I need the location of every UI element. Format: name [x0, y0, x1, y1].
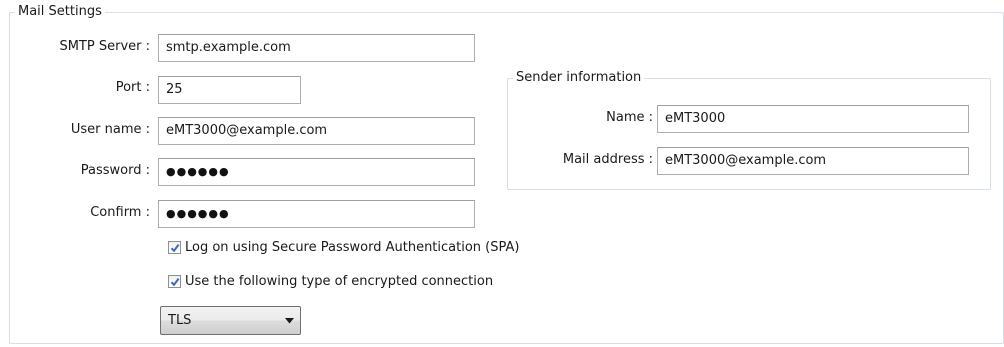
port-label: Port : [115, 80, 150, 95]
sender-name-input[interactable]: eMT3000 [657, 105, 969, 133]
mail-address-input[interactable]: eMT3000@example.com [657, 147, 969, 175]
chevron-down-icon [285, 318, 294, 324]
checkmark-icon [170, 244, 180, 253]
mail-settings-legend: Mail Settings [15, 4, 105, 20]
confirm-password-input[interactable]: ●●●●●● [158, 200, 475, 228]
confirm-label: Confirm : [90, 205, 150, 220]
encryption-checkbox[interactable] [168, 275, 181, 288]
smtp-server-input[interactable]: smtp.example.com [158, 34, 475, 62]
user-name-input[interactable]: eMT3000@example.com [158, 117, 475, 145]
password-label: Password : [80, 163, 150, 178]
encryption-checkbox-row[interactable]: Use the following type of encrypted conn… [168, 274, 493, 289]
spa-checkbox-row[interactable]: Log on using Secure Password Authenticat… [168, 240, 519, 255]
password-input[interactable]: ●●●●●● [158, 158, 475, 186]
encryption-checkbox-label: Use the following type of encrypted conn… [185, 274, 494, 289]
port-input[interactable]: 25 [158, 76, 301, 104]
encryption-type-value: TLS [168, 313, 192, 328]
checkmark-icon [170, 278, 180, 287]
mail-address-label: Mail address : [562, 152, 653, 167]
spa-checkbox[interactable] [168, 241, 181, 254]
sender-information-legend: Sender information [513, 70, 645, 86]
user-name-label: User name : [70, 122, 150, 137]
encryption-type-select[interactable]: TLS [160, 306, 301, 335]
sender-name-label: Name : [606, 110, 653, 125]
smtp-server-label: SMTP Server : [59, 39, 150, 54]
spa-checkbox-label: Log on using Secure Password Authenticat… [185, 240, 520, 255]
